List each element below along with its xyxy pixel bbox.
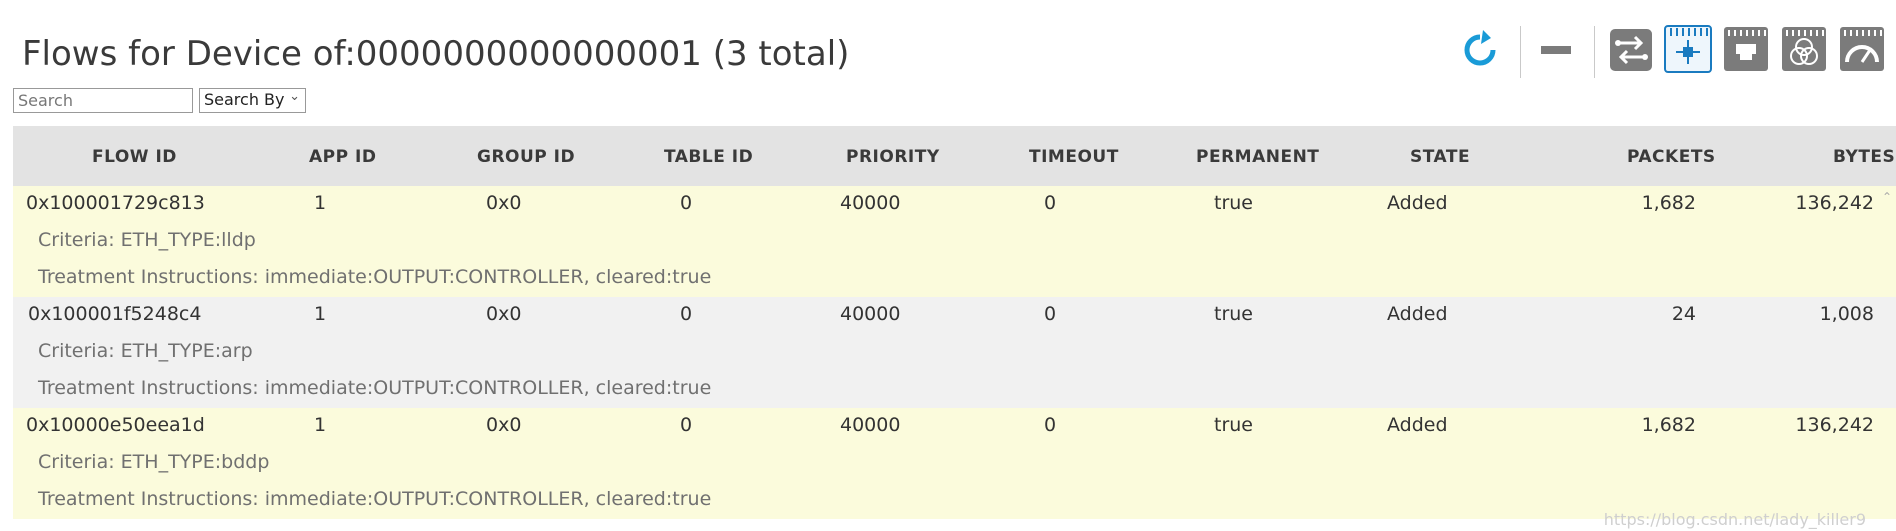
group-id-cell: 0x0 xyxy=(486,192,522,214)
flows-icon xyxy=(1610,29,1652,71)
column-header-app-id[interactable]: APP ID xyxy=(309,147,376,167)
priority-cell: 40000 xyxy=(840,414,901,436)
search-by-label: Search By xyxy=(204,90,285,109)
timeout-cell: 0 xyxy=(1044,303,1057,325)
column-header-state[interactable]: STATE xyxy=(1410,147,1470,167)
treatment-text: Treatment Instructions: immediate:OUTPUT… xyxy=(38,266,712,288)
treatment-text: Treatment Instructions: immediate:OUTPUT… xyxy=(38,377,712,399)
flow-id-cell: 0x100001729c813 xyxy=(26,192,205,214)
criteria-text: Criteria: ETH_TYPE:arp xyxy=(38,340,253,362)
toolbar-divider xyxy=(1520,26,1521,78)
criteria-text: Criteria: ETH_TYPE:lldp xyxy=(38,229,256,251)
switch-view-button[interactable] xyxy=(1663,24,1713,74)
permanent-cell: true xyxy=(1214,192,1253,214)
search-by-dropdown[interactable]: Search By ⌄ xyxy=(199,88,306,113)
flow-id-cell: 0x10000e50eea1d xyxy=(26,414,205,436)
table-id-cell: 0 xyxy=(680,192,693,214)
refresh-button[interactable] xyxy=(1455,24,1505,74)
meters-button[interactable] xyxy=(1837,24,1887,74)
bytes-cell: 136,242 xyxy=(1795,192,1874,214)
app-id-cell: 1 xyxy=(314,303,327,325)
state-cell: Added xyxy=(1387,192,1448,214)
refresh-icon xyxy=(1464,30,1496,66)
search-input[interactable] xyxy=(13,88,193,113)
toolbar-divider xyxy=(1594,26,1595,78)
column-header-timeout[interactable]: TIMEOUT xyxy=(1029,147,1119,167)
group-id-cell: 0x0 xyxy=(486,414,522,436)
flows-table: FLOW ID APP ID GROUP ID TABLE ID PRIORIT… xyxy=(13,126,1896,519)
group-id-cell: 0x0 xyxy=(486,303,522,325)
table-header: FLOW ID APP ID GROUP ID TABLE ID PRIORIT… xyxy=(13,126,1896,186)
meters-icon xyxy=(1840,27,1884,71)
column-header-packets[interactable]: PACKETS xyxy=(1627,147,1716,167)
bytes-cell: 1,008 xyxy=(1819,303,1874,325)
timeout-cell: 0 xyxy=(1044,192,1057,214)
scroll-up-icon[interactable]: ⌃ xyxy=(1882,190,1892,204)
packets-cell: 1,682 xyxy=(1641,414,1696,436)
flows-button[interactable] xyxy=(1607,24,1657,74)
packets-cell: 24 xyxy=(1671,303,1696,325)
bytes-cell: 136,242 xyxy=(1795,414,1874,436)
permanent-cell: true xyxy=(1214,414,1253,436)
column-header-bytes[interactable]: BYTES xyxy=(1833,147,1895,167)
column-header-table-id[interactable]: TABLE ID xyxy=(664,147,753,167)
minus-icon xyxy=(1541,46,1571,54)
column-header-group-id[interactable]: GROUP ID xyxy=(477,147,575,167)
criteria-text: Criteria: ETH_TYPE:bddp xyxy=(38,451,270,473)
table-id-cell: 0 xyxy=(680,414,693,436)
groups-icon xyxy=(1782,27,1826,71)
table-row[interactable]: 0x100001f5248c4 1 0x0 0 40000 0 true Add… xyxy=(13,297,1896,408)
flow-id-cell: 0x100001f5248c4 xyxy=(28,303,202,325)
minus-button[interactable] xyxy=(1533,24,1583,74)
priority-cell: 40000 xyxy=(840,192,901,214)
packets-cell: 1,682 xyxy=(1641,192,1696,214)
column-header-permanent[interactable]: PERMANENT xyxy=(1196,147,1319,167)
timeout-cell: 0 xyxy=(1044,414,1057,436)
watermark: https://blog.csdn.net/lady_killer9 xyxy=(1603,510,1866,529)
switch-view-icon xyxy=(1664,25,1712,73)
table-id-cell: 0 xyxy=(680,303,693,325)
app-id-cell: 1 xyxy=(314,192,327,214)
table-row[interactable]: 0x10000e50eea1d 1 0x0 0 40000 0 true Add… xyxy=(13,408,1896,519)
priority-cell: 40000 xyxy=(840,303,901,325)
app-id-cell: 1 xyxy=(314,414,327,436)
groups-button[interactable] xyxy=(1779,24,1829,74)
column-header-priority[interactable]: PRIORITY xyxy=(846,147,940,167)
state-cell: Added xyxy=(1387,414,1448,436)
column-header-flow-id[interactable]: FLOW ID xyxy=(92,147,177,167)
permanent-cell: true xyxy=(1214,303,1253,325)
state-cell: Added xyxy=(1387,303,1448,325)
chevron-down-icon: ⌄ xyxy=(289,89,300,104)
table-row[interactable]: 0x100001729c813 1 0x0 0 40000 0 true Add… xyxy=(13,186,1896,297)
ports-icon xyxy=(1724,27,1768,71)
ports-button[interactable] xyxy=(1721,24,1771,74)
treatment-text: Treatment Instructions: immediate:OUTPUT… xyxy=(38,488,712,510)
page-title: Flows for Device of:0000000000000001 (3 … xyxy=(22,34,850,74)
